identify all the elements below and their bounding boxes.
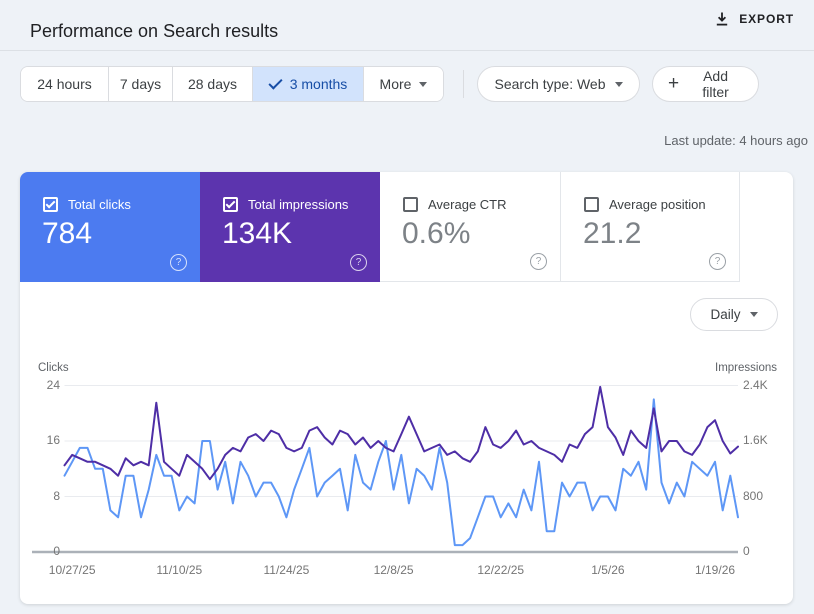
chart-area[interactable]: Clicks Impressions 24 16 8 0 2.4K 1.6K 800 0 10/… <box>20 172 793 604</box>
export-button[interactable]: EXPORT <box>708 10 800 28</box>
range-7-days[interactable]: 7 days <box>109 67 173 101</box>
range-24-hours[interactable]: 24 hours <box>21 67 109 101</box>
range-label: 3 months <box>289 76 348 92</box>
search-type-dropdown[interactable]: Search type: Web <box>477 66 640 102</box>
page-title: Performance on Search results <box>30 21 279 42</box>
range-label: 24 hours <box>37 76 92 92</box>
range-label: 28 days <box>187 76 238 92</box>
more-label: More <box>379 76 412 92</box>
add-filter-label: Add filter <box>702 68 729 100</box>
range-28-days[interactable]: 28 days <box>173 67 253 101</box>
filter-row-divider <box>463 70 464 98</box>
performance-panel: Total clicks 784 ? Total impressions 134… <box>20 172 793 604</box>
search-console-performance-page: Performance on Search results EXPORT 24 … <box>0 0 814 614</box>
clicks-line <box>63 398 739 547</box>
search-type-label: Search type: Web <box>494 76 606 92</box>
export-label: EXPORT <box>739 12 794 26</box>
header-divider <box>0 50 814 51</box>
last-update-text: Last update: 4 hours ago <box>664 133 808 148</box>
performance-chart[interactable] <box>20 172 793 604</box>
chevron-down-icon <box>614 81 623 87</box>
chevron-down-icon <box>419 81 428 87</box>
range-more-dropdown[interactable]: More <box>364 67 443 101</box>
plus-icon: + <box>668 72 680 94</box>
range-label: 7 days <box>119 76 162 92</box>
range-3-months[interactable]: 3 months <box>253 67 364 101</box>
check-icon <box>268 74 283 90</box>
date-range-selector: 24 hours 7 days 28 days 3 months More <box>20 66 444 102</box>
download-icon <box>717 12 728 26</box>
add-filter-button[interactable]: + Add filter <box>652 66 759 102</box>
